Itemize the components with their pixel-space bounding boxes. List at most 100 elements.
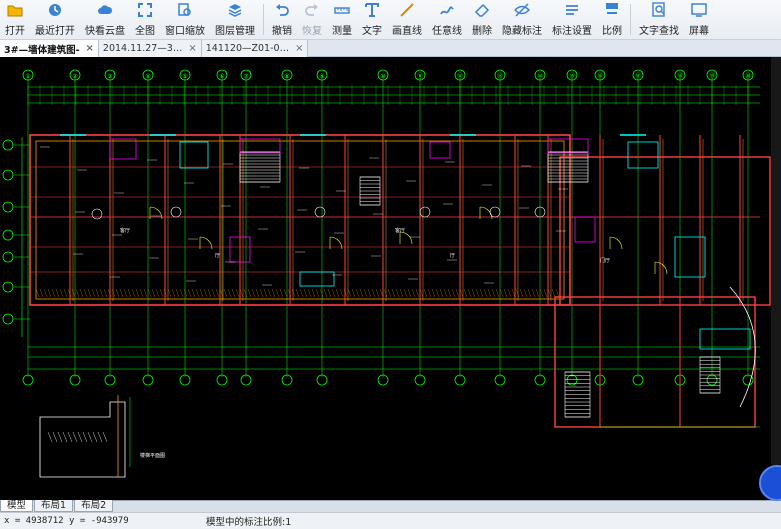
- vertical-scrollbar[interactable]: [771, 57, 781, 500]
- cloud-label: 快看云盘: [85, 26, 125, 37]
- layout-tab[interactable]: 布局2: [74, 500, 114, 512]
- section-hatch: [72, 431, 78, 443]
- eraser-label: 删除: [472, 26, 492, 37]
- hatch: [83, 288, 88, 298]
- cloud-button[interactable]: 快看云盘: [80, 0, 130, 39]
- hatch: [387, 288, 392, 298]
- axis-label: ①: [25, 73, 30, 80]
- redo-icon: [304, 2, 320, 18]
- cad-viewer-app: 打开 最近打开 快看云盘 全图 窗口缩放 图层管理 撤销 恢复 测量 文字 画直线 任意线 删除 隐藏标注…: [0, 0, 781, 529]
- hatch: [187, 288, 192, 298]
- window-outline: [699, 328, 751, 350]
- eraser-button[interactable]: 删除: [467, 0, 497, 39]
- door-swing: [654, 261, 668, 275]
- hatch: [79, 288, 84, 298]
- document-tab[interactable]: 141120—Z01-0… ×: [201, 40, 309, 57]
- hatch: [199, 288, 204, 298]
- close-tab-icon[interactable]: ×: [188, 43, 196, 54]
- text-button[interactable]: 文字: [357, 0, 387, 39]
- status-bar: x = 4938712 y = -943979 模型中的标注比例:1: [0, 512, 781, 529]
- hatch: [263, 288, 268, 298]
- redo-button[interactable]: 恢复: [297, 0, 327, 39]
- hatch: [47, 288, 52, 298]
- hatch: [407, 288, 412, 298]
- close-tab-icon[interactable]: ×: [295, 43, 303, 54]
- window-outline: [299, 271, 335, 287]
- hatch: [35, 288, 40, 298]
- hatch: [295, 288, 300, 298]
- hatch: [275, 288, 280, 298]
- measure-icon: [334, 2, 350, 18]
- section-hatch: [97, 431, 103, 443]
- text-search-icon: [651, 2, 667, 18]
- section-hatch: [82, 431, 88, 443]
- screen-button[interactable]: 屏幕: [684, 0, 714, 39]
- axis-label: ⑰: [635, 72, 641, 80]
- hide-annotation-label: 隐藏标注: [502, 26, 542, 37]
- measure-button[interactable]: 测量: [327, 0, 357, 39]
- section-hatch: [67, 431, 73, 443]
- hatch: [235, 288, 240, 298]
- hatch: [231, 288, 236, 298]
- fit-all-button[interactable]: 全图: [130, 0, 160, 39]
- drawing-canvas[interactable]: ① ② ③ ④ ⑤ ⑥ ⑦ ⑧ ⑨ ⑩ ⑪ ⑫ ⑬ ⑭ ⑮ ⑯ ⑰ ⑱ ⑲ ⑳ 厅 厅 客厅 客厅 门厅 楼梯平面图: [0, 57, 781, 500]
- hatch: [95, 288, 100, 298]
- hide-annotation-button[interactable]: 隐藏标注: [497, 0, 547, 39]
- hatch: [455, 288, 460, 298]
- window-outline: [627, 141, 659, 169]
- text-search-button[interactable]: 文字查找: [634, 0, 684, 39]
- outer-wall: [559, 156, 771, 306]
- hatch: [515, 288, 520, 298]
- axis-bubble-left: [2, 313, 14, 325]
- zoom-window-button[interactable]: 窗口缩放: [160, 0, 210, 39]
- layers-button[interactable]: 图层管理: [210, 0, 260, 39]
- hatch: [191, 288, 196, 298]
- hatch: [347, 288, 352, 298]
- hatch: [87, 288, 92, 298]
- hatch: [323, 288, 328, 298]
- folder-button[interactable]: 打开: [0, 0, 30, 39]
- hatch: [251, 288, 256, 298]
- axis-label: ⑬: [497, 72, 503, 80]
- freehand-button[interactable]: 任意线: [427, 0, 467, 39]
- hatch: [443, 288, 448, 298]
- hatch: [399, 288, 404, 298]
- hatch: [299, 288, 304, 298]
- document-tab-label: 3#—墙体建筑图-: [4, 44, 80, 56]
- annotation-settings-button[interactable]: 标注设置: [547, 0, 597, 39]
- room-label: 门厅: [600, 257, 610, 264]
- scale-icon: [604, 2, 620, 18]
- hatch: [539, 288, 544, 298]
- axis-bubble-left: [2, 139, 14, 151]
- hatch: [91, 288, 96, 298]
- layout-tab[interactable]: 布局1: [34, 500, 74, 512]
- hatch: [475, 288, 480, 298]
- line-button[interactable]: 画直线: [387, 0, 427, 39]
- axis-label: ⑨: [319, 73, 324, 80]
- undo-icon: [274, 2, 290, 18]
- axis-label: ④: [145, 73, 150, 80]
- scale-button[interactable]: 比例: [597, 0, 627, 39]
- clock-button[interactable]: 最近打开: [30, 0, 80, 39]
- freehand-label: 任意线: [432, 26, 462, 37]
- document-tab[interactable]: 2014.11.27—3… ×: [98, 40, 202, 57]
- hatch: [375, 288, 380, 298]
- clock-icon: [47, 2, 63, 18]
- axis-label: ⑳: [745, 72, 751, 80]
- hatch: [211, 288, 216, 298]
- room-label: 客厅: [395, 227, 405, 234]
- document-tab[interactable]: 3#—墙体建筑图- ×: [0, 40, 99, 57]
- hatch: [319, 288, 324, 298]
- section-hatch: [52, 431, 58, 443]
- folder-label: 打开: [5, 26, 25, 37]
- cad-drawing[interactable]: ① ② ③ ④ ⑤ ⑥ ⑦ ⑧ ⑨ ⑩ ⑪ ⑫ ⑬ ⑭ ⑮ ⑯ ⑰ ⑱ ⑲ ⑳ 厅 厅 客厅 客厅门厅楼梯平面图: [0, 57, 781, 500]
- zoom-window-icon: [177, 2, 193, 18]
- close-tab-icon[interactable]: ×: [86, 43, 94, 54]
- layout-tab[interactable]: 模型: [0, 500, 34, 512]
- document-tabs: 3#—墙体建筑图- × 2014.11.27—3… × 141120—Z01-0… ×: [0, 40, 781, 57]
- hatch: [127, 288, 132, 298]
- hatch: [147, 288, 152, 298]
- hatch: [315, 288, 320, 298]
- undo-button[interactable]: 撤销: [267, 0, 297, 39]
- section-hatch: [87, 431, 93, 443]
